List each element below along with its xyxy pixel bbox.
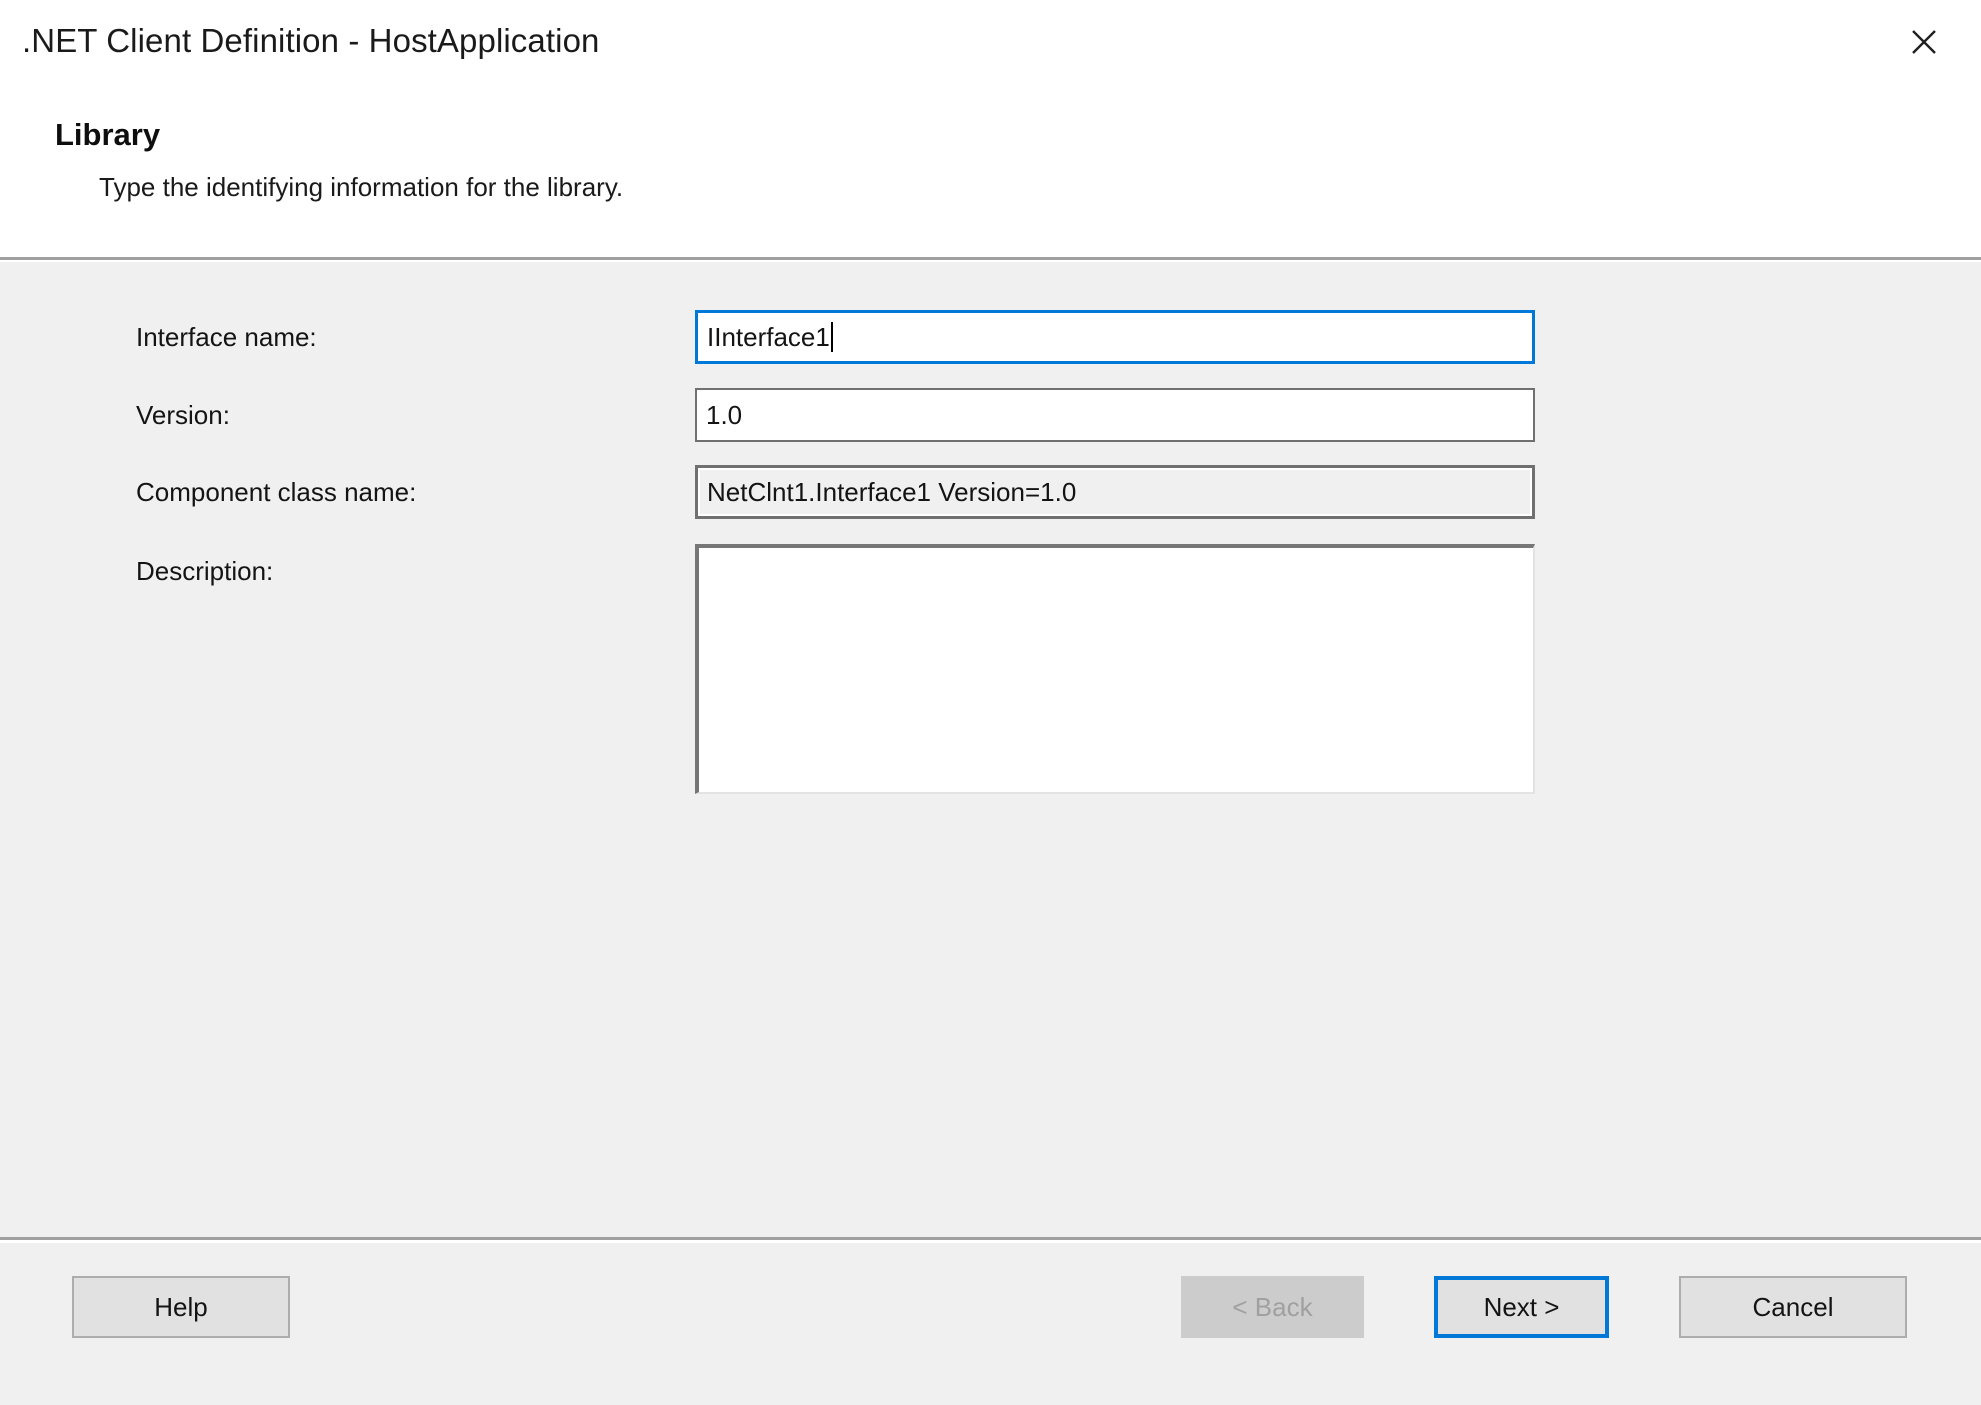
page-title: Library	[55, 117, 161, 152]
help-button[interactable]: Help	[72, 1276, 290, 1338]
close-icon	[1909, 27, 1939, 57]
description-textarea[interactable]	[695, 544, 1535, 794]
version-label: Version:	[136, 400, 230, 430]
text-caret	[830, 322, 833, 352]
page-subtitle: Type the identifying information for the…	[99, 172, 624, 202]
net-client-definition-dialog: .NET Client Definition - HostApplication…	[0, 0, 1981, 1405]
back-button: < Back	[1181, 1276, 1364, 1338]
close-button[interactable]	[1897, 18, 1951, 66]
component-class-name-value: NetClnt1.Interface1 Version=1.0	[707, 476, 1077, 507]
dialog-body: Interface name: IInterface1 Version: 1.0…	[0, 260, 1981, 1237]
description-label: Description:	[136, 556, 274, 586]
version-input[interactable]: 1.0	[695, 388, 1535, 442]
interface-name-value: IInterface1	[707, 321, 830, 352]
interface-name-label: Interface name:	[136, 322, 317, 352]
component-class-name-input: NetClnt1.Interface1 Version=1.0	[695, 465, 1535, 519]
window-title: .NET Client Definition - HostApplication	[22, 22, 600, 59]
component-class-name-label: Component class name:	[136, 477, 417, 507]
dialog-header: .NET Client Definition - HostApplication…	[0, 0, 1981, 260]
cancel-button[interactable]: Cancel	[1679, 1276, 1907, 1338]
interface-name-input[interactable]: IInterface1	[695, 310, 1535, 364]
dialog-footer: Help < Back Next > Cancel	[0, 1237, 1981, 1405]
version-value: 1.0	[706, 399, 743, 430]
next-button[interactable]: Next >	[1434, 1276, 1609, 1338]
